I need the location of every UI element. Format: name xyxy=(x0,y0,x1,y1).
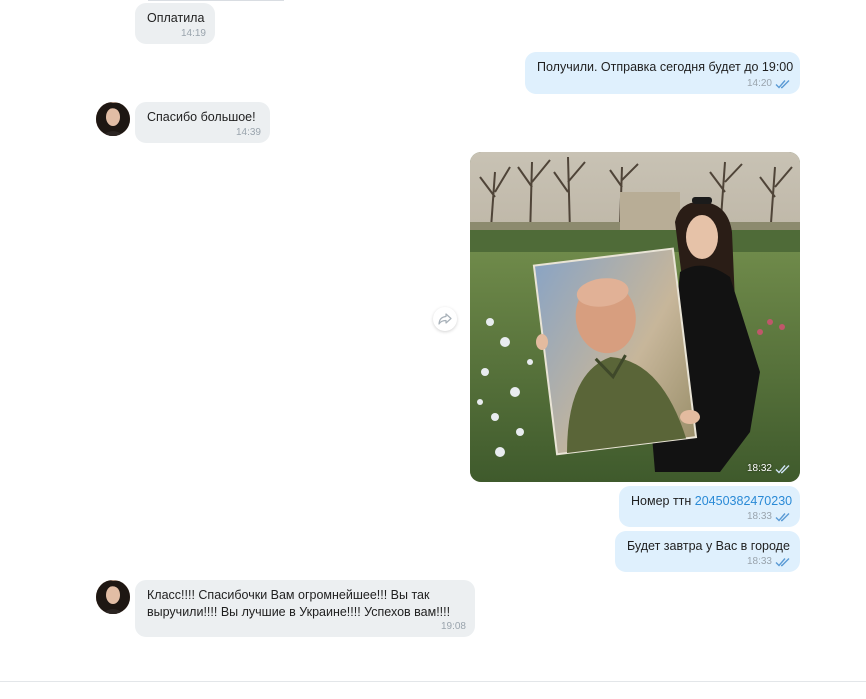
photo-image xyxy=(470,152,800,482)
avatar[interactable] xyxy=(96,580,130,614)
double-check-icon xyxy=(775,558,790,567)
share-button[interactable] xyxy=(433,307,457,331)
message-outgoing[interactable]: Получили. Отправка сегодня будет до 19:0… xyxy=(525,52,800,94)
message-time: 19:08 xyxy=(440,621,466,632)
message-time: 14:20 xyxy=(747,78,791,90)
message-time: 18:32 xyxy=(747,463,791,474)
message-outgoing[interactable]: Номер ттн 20450382470230 18:33 xyxy=(619,486,800,527)
chat-history: Оплатила 14:19 Получили. Отправка сегодн… xyxy=(0,0,866,699)
message-text-line: Класс!!!! Спасибочки Вам огромнейшее!!! … xyxy=(147,588,430,602)
message-incoming[interactable]: Оплатила 14:19 xyxy=(135,3,215,44)
photo-message[interactable]: 18:32 xyxy=(470,152,800,482)
message-text-line: выручили!!!! Вы лучшие в Украине!!!! Усп… xyxy=(147,605,451,619)
double-check-icon xyxy=(775,80,790,89)
message-incoming[interactable]: Спасибо большое! 14:39 xyxy=(135,102,270,143)
message-time: 14:39 xyxy=(235,127,261,138)
message-incoming[interactable]: Класс!!!! Спасибочки Вам огромнейшее!!! … xyxy=(135,580,475,637)
message-text: Спасибо большое! xyxy=(147,110,256,124)
message-text: Будет завтра у Вас в городе xyxy=(627,539,790,553)
double-check-icon xyxy=(775,513,790,522)
double-check-icon xyxy=(775,464,790,474)
message-text: Номер ттн xyxy=(631,494,695,508)
share-icon xyxy=(438,313,452,325)
message-time: 14:19 xyxy=(180,28,206,39)
previous-message-edge xyxy=(148,0,284,1)
composer-divider xyxy=(0,681,866,682)
message-text: Получили. Отправка сегодня будет до 19:0… xyxy=(537,60,794,74)
message-time: 18:33 xyxy=(747,511,791,523)
message-outgoing[interactable]: Будет завтра у Вас в городе 18:33 xyxy=(615,531,800,572)
avatar[interactable] xyxy=(96,102,130,136)
tracking-number-link[interactable]: 20450382470230 xyxy=(695,494,792,508)
message-time: 18:33 xyxy=(747,556,791,568)
message-text: Оплатила xyxy=(147,11,205,25)
